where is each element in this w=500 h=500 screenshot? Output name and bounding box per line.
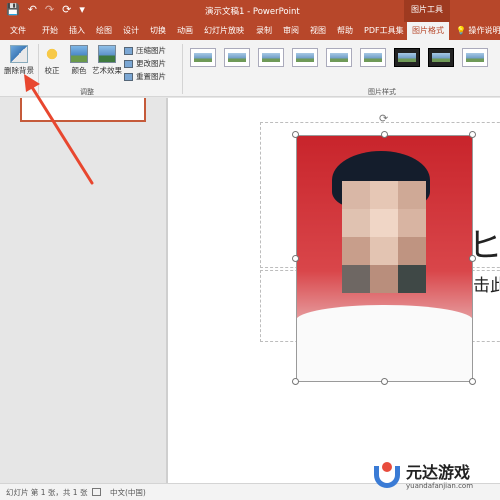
group-separator (182, 44, 183, 94)
slide-thumbnail[interactable] (20, 98, 146, 122)
site-watermark: 元达游戏 yuandafanjian.com (372, 462, 473, 492)
compress-icon (124, 46, 133, 55)
change-picture-label: 更改图片 (136, 59, 166, 68)
tell-me-label: 操作说明 (468, 26, 500, 35)
sun-icon (43, 45, 61, 63)
watermark-url: yuandafanjian.com (406, 482, 474, 490)
redo-icon[interactable]: ↷ (45, 3, 54, 17)
picture-style-thumb[interactable] (292, 48, 318, 67)
tab-design[interactable]: 设计 (123, 25, 139, 36)
tab-home[interactable]: 开始 (42, 25, 58, 36)
compress-label: 压缩图片 (136, 46, 166, 55)
group-separator (38, 44, 39, 94)
slide-subtitle-text: 击此 (473, 276, 500, 296)
language-status[interactable]: 中文(中国) (110, 487, 146, 498)
ribbon-tabs: 文件 开始 插入 绘图 设计 切换 动画 幻灯片放映 录制 审阅 视图 帮助 P… (0, 22, 500, 40)
picture-styles-gallery (190, 48, 488, 67)
customize-qat-icon[interactable]: ▾ (79, 3, 85, 17)
selection-frame (296, 135, 473, 382)
rotate-handle-icon[interactable]: ⟳ (379, 112, 388, 125)
tab-record[interactable]: 录制 (256, 25, 272, 36)
artistic-effects-label: 艺术效果 (92, 66, 122, 75)
color-button[interactable]: 颜色 (70, 45, 88, 76)
resize-handle[interactable] (381, 378, 388, 385)
tab-draw[interactable]: 绘图 (96, 25, 112, 36)
picture-style-thumb[interactable] (462, 48, 488, 67)
slide-count-status: 幻灯片 第 1 张，共 1 张 (6, 488, 88, 497)
resize-handle[interactable] (469, 131, 476, 138)
tab-slideshow[interactable]: 幻灯片放映 (204, 25, 244, 36)
reset-picture-button[interactable]: 重置图片 (124, 71, 166, 82)
change-picture-button[interactable]: 更改图片 (124, 58, 166, 69)
picture-style-thumb[interactable] (258, 48, 284, 67)
accessibility-icon[interactable] (92, 488, 101, 496)
reset-picture-icon (124, 72, 133, 81)
tab-view[interactable]: 视图 (310, 25, 326, 36)
artistic-effects-button[interactable]: 艺术效果 (92, 45, 122, 76)
watermark-logo-icon (372, 462, 402, 492)
resize-handle[interactable] (381, 131, 388, 138)
slide-thumbnail-pane (0, 98, 166, 483)
picture-style-thumb[interactable] (190, 48, 216, 67)
compress-pictures-button[interactable]: 压缩图片 (124, 45, 166, 56)
tab-help[interactable]: 帮助 (337, 25, 353, 36)
tab-animations[interactable]: 动画 (177, 25, 193, 36)
slide-canvas: ヒ娃 击此 ⟳ (168, 98, 500, 483)
resize-handle[interactable] (292, 255, 299, 262)
picture-style-thumb[interactable] (326, 48, 352, 67)
artistic-effects-icon (98, 45, 116, 63)
window-title: 演示文稿1 - PowerPoint (205, 7, 300, 17)
watermark-name: 元达游戏 (406, 463, 471, 482)
color-icon (70, 45, 88, 63)
remove-background-icon (10, 45, 28, 63)
color-label: 颜色 (71, 66, 87, 75)
ribbon: 删除背景 校正 颜色 艺术效果 压缩图片 更改图片 重置图片 调整 图片样式 (0, 40, 500, 97)
remove-background-label: 删除背景 (4, 66, 34, 75)
tab-insert[interactable]: 插入 (69, 25, 85, 36)
picture-style-thumb[interactable] (224, 48, 250, 67)
title-bar: 💾 ↶ ↷ ⟳ ▾ 演示文稿1 - PowerPoint 图片工具 (0, 0, 500, 22)
tab-file[interactable]: 文件 (10, 25, 26, 36)
resize-handle[interactable] (469, 378, 476, 385)
picture-style-thumb[interactable] (360, 48, 386, 67)
resize-handle[interactable] (292, 378, 299, 385)
change-picture-icon (124, 59, 133, 68)
tab-pdf-tools[interactable]: PDF工具集 (364, 25, 404, 36)
quick-access-toolbar: 💾 ↶ ↷ ⟳ ▾ (6, 3, 85, 17)
picture-tools-label: 图片工具 (404, 0, 450, 22)
undo-icon[interactable]: ↶ (28, 3, 37, 17)
tab-picture-format[interactable]: 图片格式 (407, 22, 449, 40)
resize-handle[interactable] (469, 255, 476, 262)
slide[interactable]: ヒ娃 击此 ⟳ (168, 98, 500, 483)
corrections-label: 校正 (44, 66, 60, 75)
picture-style-thumb[interactable] (394, 48, 420, 67)
tell-me-search[interactable]: 💡 操作说明 (456, 25, 500, 36)
styles-group-label: 图片样式 (368, 88, 396, 96)
reset-picture-label: 重置图片 (136, 72, 166, 81)
save-icon[interactable]: 💾 (6, 3, 20, 17)
adjust-group-label: 调整 (80, 88, 94, 96)
repeat-icon[interactable]: ⟳ (62, 3, 71, 17)
tab-transitions[interactable]: 切换 (150, 25, 166, 36)
corrections-button[interactable]: 校正 (43, 45, 61, 76)
resize-handle[interactable] (292, 131, 299, 138)
picture-style-thumb[interactable] (428, 48, 454, 67)
remove-background-button[interactable]: 删除背景 (4, 45, 34, 76)
tab-review[interactable]: 审阅 (283, 25, 299, 36)
